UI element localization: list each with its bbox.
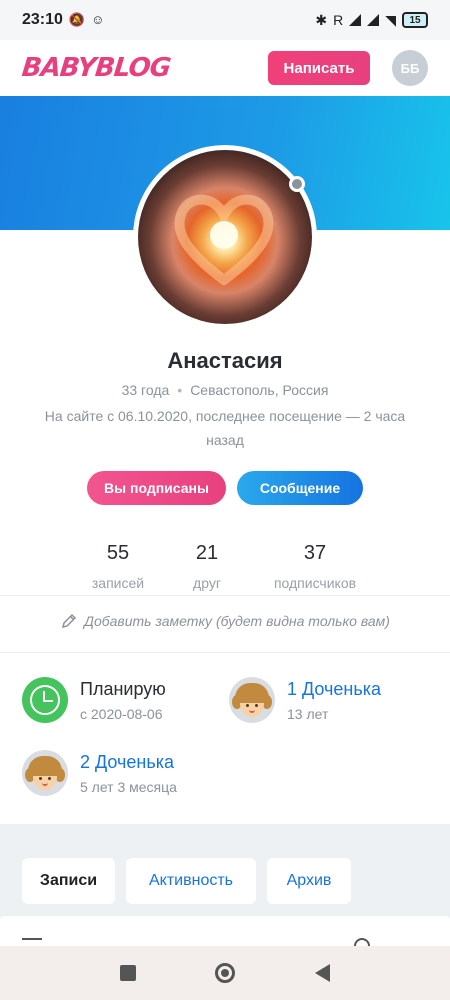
message-button[interactable]: Сообщение [237, 471, 363, 505]
status-time: 23:10 [22, 11, 63, 28]
profile-photo [138, 150, 312, 324]
info-planning-title: Планирую [80, 678, 166, 699]
stat-subscribers[interactable]: 37 подписчиков [264, 542, 366, 591]
heart-icon [174, 194, 274, 285]
child-1-link[interactable]: 1 Доченька [287, 679, 381, 700]
home-button[interactable] [215, 963, 236, 983]
child-2-age: 5 лет 3 месяца [80, 778, 177, 795]
profile-last-seen: На сайте с 06.10.2020, последнее посещен… [44, 408, 406, 448]
babyblog-logo[interactable]: BABYBLOG [20, 53, 171, 83]
battery-icon: 15 [402, 12, 428, 28]
tab-posts[interactable]: Записи [22, 858, 115, 904]
profile-avatar[interactable] [133, 145, 317, 329]
filter-icon[interactable] [22, 938, 42, 946]
profile-name: Анастасия [167, 348, 283, 373]
child-2-link[interactable]: 2 Доченька [80, 752, 177, 773]
stat-friends-label: друг [193, 575, 221, 591]
stat-posts-label: записей [91, 575, 145, 591]
profile-age: 33 года [121, 382, 170, 398]
wifi-icon: ◥ [385, 11, 396, 28]
bluetooth-icon: ✱ [315, 11, 328, 28]
add-note-link[interactable]: Добавить заметку (будет видна только вам… [0, 612, 450, 630]
back-button[interactable] [315, 964, 331, 982]
recent-apps-button[interactable] [119, 965, 136, 981]
stat-friends[interactable]: 21 друг [182, 542, 232, 591]
info-child-1[interactable]: 1 Доченька 13 лет [229, 677, 381, 723]
signal-icon-1 [349, 14, 362, 26]
online-status-indicator [289, 176, 305, 192]
stat-subscribers-value: 37 [303, 542, 327, 564]
separator-dot: • [177, 382, 183, 398]
status-bar: 23:10 🔕 ☺ ✱ R ◥ 15 [0, 0, 450, 40]
info-child-2[interactable]: 2 Доченька 5 лет 3 месяца [22, 750, 177, 796]
profile-meta: 33 года • Севастополь, Россия [0, 382, 450, 398]
stat-friends-value: 21 [195, 542, 219, 564]
status-right: ✱ R ◥ 15 [315, 12, 428, 29]
bell-muted-icon: 🔕 [68, 12, 86, 27]
info-planning: Планирую с 2020-08-06 [22, 677, 166, 723]
content-card [0, 916, 450, 954]
carrier-label: R [333, 12, 344, 28]
girl-avatar-icon [229, 677, 275, 723]
system-nav-bar [0, 946, 450, 1000]
child-1-age: 13 лет [287, 705, 329, 722]
subscribed-button[interactable]: Вы подписаны [87, 471, 226, 505]
smiley-icon: ☺ [91, 12, 105, 27]
tab-activity[interactable]: Активность [126, 858, 256, 904]
status-notification-icons: 🔕 ☺ [69, 12, 104, 28]
info-planning-date: с 2020-08-06 [80, 705, 163, 722]
signal-icon-2 [367, 14, 380, 26]
app-header: BABYBLOG Написать ББ [0, 40, 450, 96]
profile-location: Севастополь, Россия [190, 382, 329, 398]
stat-posts-value: 55 [106, 542, 130, 564]
pencil-icon [62, 613, 77, 629]
write-button[interactable]: Написать [268, 51, 370, 85]
tab-archive[interactable]: Архив [267, 858, 351, 904]
divider [0, 595, 450, 596]
stat-subscribers-label: подписчиков [273, 575, 357, 591]
battery-level: 15 [409, 14, 421, 26]
divider [0, 652, 450, 653]
stat-posts[interactable]: 55 записей [88, 542, 148, 591]
girl-avatar-icon [22, 750, 68, 796]
clock-icon [22, 677, 68, 723]
add-note-label: Добавить заметку (будет видна только вам… [84, 613, 390, 629]
user-avatar[interactable]: ББ [392, 50, 428, 86]
